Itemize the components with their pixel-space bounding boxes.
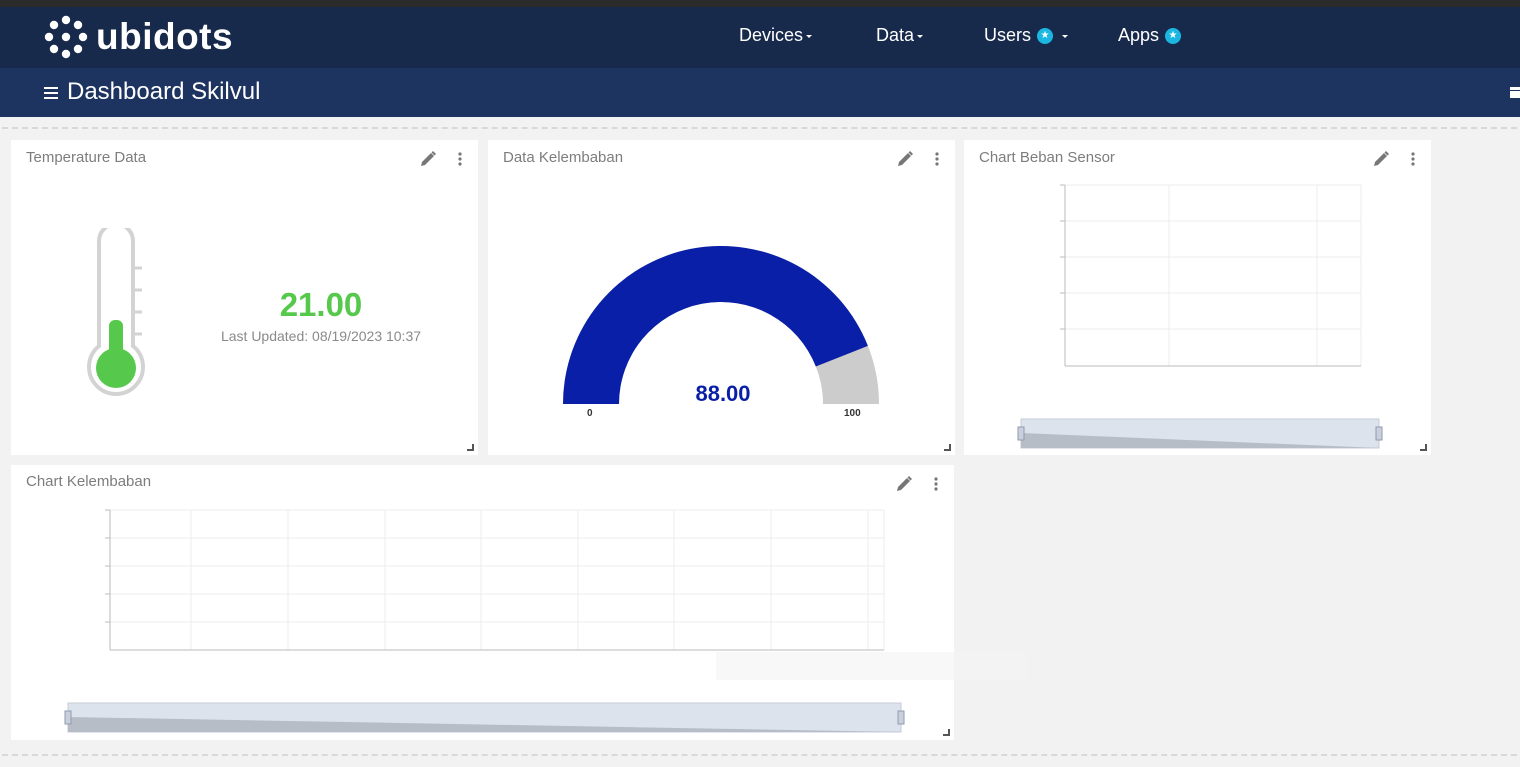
widget-humidity-chart: Chart Kelembaban: [11, 465, 954, 740]
gauge-value: 88.00: [695, 381, 751, 406]
temperature-value: 21.00: [279, 286, 363, 323]
star-badge-icon: ★: [1037, 27, 1054, 44]
widget-temperature: Temperature Data 21.00 Last Updated: 08/…: [11, 140, 478, 455]
nav-apps[interactable]: Apps ★: [1118, 25, 1182, 46]
gauge-min-label: 0: [587, 408, 593, 419]
resize-handle-icon[interactable]: [943, 729, 950, 736]
brand-name: ubidots: [96, 16, 234, 57]
last-updated-text: Last Updated: 08/19/2023 10:37: [220, 328, 422, 344]
more-vertical-icon[interactable]: [458, 152, 462, 166]
nav-apps-label: Apps: [1118, 25, 1160, 45]
nav-devices[interactable]: Devices: [739, 25, 813, 46]
navigator-handle-right: [897, 710, 905, 725]
ubidots-logo[interactable]: ubidots: [44, 15, 233, 59]
top-navbar: ubidots Devices Data Users ★ Apps ★: [0, 7, 1520, 68]
navigator-handle-left: [64, 710, 72, 725]
faded-overlay: [716, 652, 1026, 680]
hamburger-menu-icon[interactable]: [44, 87, 58, 102]
caret-down-icon: [1062, 35, 1069, 38]
caret-down-icon: [917, 35, 924, 38]
resize-handle-icon[interactable]: [467, 444, 474, 451]
caret-down-icon: [806, 35, 813, 38]
thermometer-icon: [87, 228, 145, 396]
widget-title: Temperature Data: [26, 149, 147, 166]
widget-load-chart: Chart Beban Sensor: [964, 140, 1431, 455]
navigator-handle-left: [1017, 426, 1025, 441]
ubidots-logo-icon: [44, 15, 88, 59]
dashboard-header: Dashboard Skilvul: [0, 68, 1520, 117]
widget-humidity-gauge: Data Kelembaban 88.00 0 100: [488, 140, 955, 455]
empty-chart-area: [64, 509, 905, 733]
dashboard-title: Dashboard Skilvul: [67, 78, 261, 105]
nav-data-label: Data: [876, 25, 915, 45]
nav-users[interactable]: Users ★: [984, 25, 1069, 46]
gauge-max-label: 100: [844, 408, 861, 419]
pencil-icon[interactable]: [419, 150, 437, 168]
star-badge-icon: ★: [1165, 27, 1182, 44]
gauge-chart: [563, 245, 879, 404]
nav-devices-label: Devices: [739, 25, 804, 45]
empty-chart-area: [1017, 184, 1383, 449]
resize-handle-icon[interactable]: [1420, 444, 1427, 451]
nav-data[interactable]: Data: [876, 25, 924, 46]
navigator-handle-right: [1375, 426, 1383, 441]
calendar-icon[interactable]: [1509, 85, 1520, 99]
nav-users-label: Users: [984, 25, 1032, 45]
window-top-strip: [0, 0, 1520, 7]
resize-handle-icon[interactable]: [944, 444, 951, 451]
